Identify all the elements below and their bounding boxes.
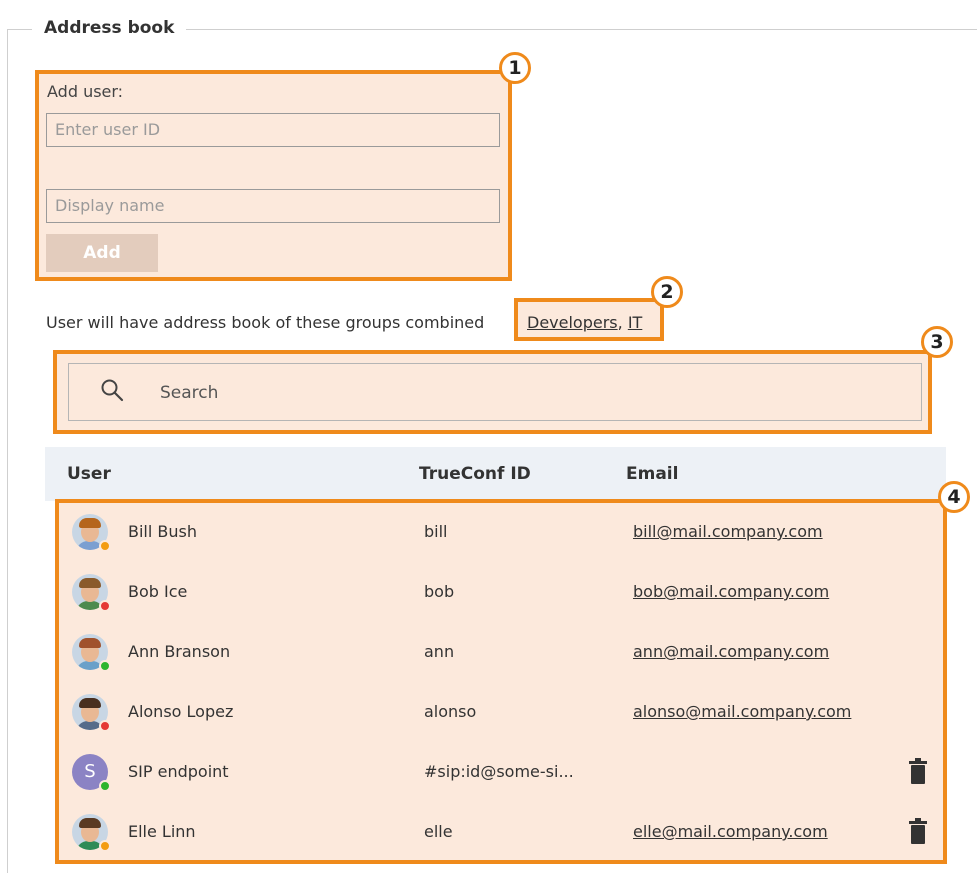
callout-badge-3: 3 <box>921 326 953 358</box>
table-row[interactable]: Elle Linn elle elle@mail.company.com <box>59 803 943 863</box>
avatar-hair <box>79 698 101 708</box>
callout-badge-4: 4 <box>938 481 970 513</box>
add-user-panel: Add user: Enter user ID Display name Add <box>35 70 512 281</box>
add-user-label: Add user: <box>47 82 124 101</box>
status-indicator <box>99 540 111 552</box>
table-row[interactable]: S SIP endpoint #sip:id@some-si... <box>59 743 943 803</box>
avatar-hair <box>79 818 101 828</box>
fieldset-border-left <box>7 29 8 873</box>
email-link[interactable]: bob@mail.company.com <box>633 582 829 601</box>
status-indicator <box>99 720 111 732</box>
group-link-it[interactable]: IT <box>628 313 643 332</box>
trueconf-id: bill <box>424 522 448 541</box>
group-link-developers[interactable]: Developers <box>527 313 618 332</box>
group-links: Developers, IT <box>527 313 642 332</box>
email-link[interactable]: ann@mail.company.com <box>633 642 829 661</box>
status-indicator <box>99 780 111 792</box>
table-header: User TrueConf ID Email <box>45 447 946 501</box>
table-row[interactable]: Ann Branson ann ann@mail.company.com <box>59 623 943 683</box>
groups-description: User will have address book of these gro… <box>46 313 485 332</box>
search-input[interactable]: Search <box>68 363 922 421</box>
column-header-trueconf-id[interactable]: TrueConf ID <box>419 464 531 484</box>
trueconf-id: ann <box>424 642 455 661</box>
avatar-hair <box>79 518 101 528</box>
group-separator: , <box>617 313 623 332</box>
table-row[interactable]: Bill Bush bill bill@mail.company.com <box>59 503 943 563</box>
groups-links-panel: Developers, IT <box>514 298 664 341</box>
trash-icon[interactable] <box>909 818 927 844</box>
callout-badge-1: 1 <box>499 52 531 84</box>
search-icon <box>101 379 124 402</box>
table-row[interactable]: Alonso Lopez alonso alonso@mail.company.co… <box>59 683 943 743</box>
search-panel: Search <box>53 350 932 434</box>
user-list-panel: Bill Bush bill bill@mail.company.com Bob Ic… <box>55 499 947 864</box>
user-name: Alonso Lopez <box>128 702 234 721</box>
section-title: Address book <box>32 18 187 38</box>
status-indicator <box>99 840 111 852</box>
search-placeholder: Search <box>160 383 219 403</box>
user-name: Bob Ice <box>128 582 188 601</box>
user-name: SIP endpoint <box>128 762 229 781</box>
trueconf-id: elle <box>424 822 453 841</box>
email-link[interactable]: alonso@mail.company.com <box>633 702 851 721</box>
trueconf-id: #sip:id@some-si... <box>424 762 574 781</box>
user-name: Elle Linn <box>128 822 196 841</box>
table-row[interactable]: Bob Ice bob bob@mail.company.com <box>59 563 943 623</box>
avatar-hair <box>79 578 101 588</box>
trash-icon[interactable] <box>909 758 927 784</box>
email-link[interactable]: bill@mail.company.com <box>633 522 823 541</box>
column-header-user[interactable]: User <box>67 464 111 484</box>
display-name-input[interactable]: Display name <box>46 189 500 223</box>
user-name: Bill Bush <box>128 522 197 541</box>
column-header-email[interactable]: Email <box>626 464 678 484</box>
email-link[interactable]: elle@mail.company.com <box>633 822 828 841</box>
status-indicator <box>99 600 111 612</box>
callout-badge-2: 2 <box>651 276 683 308</box>
trueconf-id: bob <box>424 582 455 601</box>
avatar-hair <box>79 638 101 648</box>
user-name: Ann Branson <box>128 642 231 661</box>
user-id-input[interactable]: Enter user ID <box>46 113 500 147</box>
trueconf-id: alonso <box>424 702 477 721</box>
status-indicator <box>99 660 111 672</box>
add-button[interactable]: Add <box>46 234 158 272</box>
